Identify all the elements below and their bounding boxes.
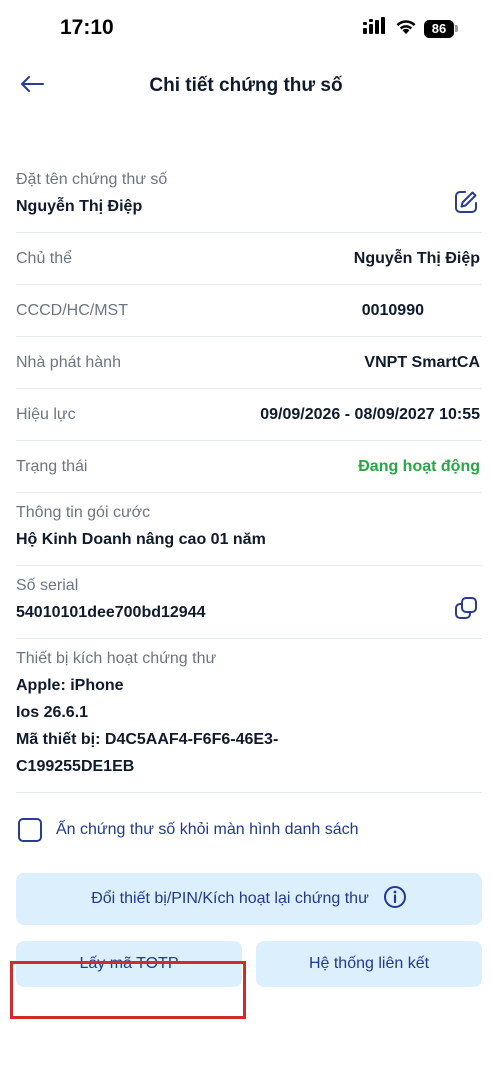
copy-icon bbox=[453, 595, 479, 626]
hide-certificate-checkbox[interactable] bbox=[18, 818, 42, 842]
edit-name-button[interactable] bbox=[452, 190, 480, 218]
battery-icon: 86 bbox=[424, 19, 458, 38]
issuer-value: VNPT SmartCA bbox=[364, 353, 480, 371]
package-value: Hộ Kinh Doanh nâng cao 01 năm bbox=[16, 531, 266, 548]
certificate-name-label: Đặt tên chứng thư số bbox=[16, 171, 168, 188]
battery-level: 86 bbox=[424, 19, 454, 38]
detail-row: Trạng thái Đang hoạt động bbox=[16, 441, 482, 493]
id-number-label: CCCD/HC/MST bbox=[16, 301, 128, 319]
issuer-label: Nhà phát hành bbox=[16, 353, 121, 371]
linked-systems-button[interactable]: Hệ thống liên kết bbox=[256, 941, 482, 987]
nav-bar: Chi tiết chứng thư số bbox=[0, 60, 492, 112]
serial-value: 54010101dee700bd12944 bbox=[16, 604, 206, 621]
serial-label: Số serial bbox=[16, 577, 79, 594]
certificate-name-value: Nguyễn Thị Điệp bbox=[16, 198, 143, 215]
status-badge: Đang hoạt động bbox=[358, 457, 480, 475]
totp-highlight-box bbox=[10, 961, 246, 1019]
detail-row: Hiệu lực 09/09/2026 - 08/09/2027 10:55 bbox=[16, 389, 482, 441]
device-line: Mã thiết bị: D4C5AAF4-F6F6-46E3- bbox=[16, 731, 279, 748]
id-number-value: 0010990 bbox=[361, 301, 424, 319]
status-label: Trạng thái bbox=[16, 457, 88, 475]
signal-icon bbox=[362, 17, 388, 40]
device-row: Thiết bị kích hoạt chứng thư Apple: iPho… bbox=[16, 639, 482, 793]
package-row: Thông tin gói cước Hộ Kinh Doanh nâng ca… bbox=[16, 493, 482, 566]
page-title: Chi tiết chứng thư số bbox=[149, 75, 343, 96]
detail-row: Nhà phát hành VNPT SmartCA bbox=[16, 337, 482, 389]
device-line: Apple: iPhone bbox=[16, 677, 124, 694]
status-icons: 86 bbox=[362, 17, 458, 40]
detail-row: CCCD/HC/MST 0010990 bbox=[16, 285, 482, 337]
certificate-details: Đặt tên chứng thư số Nguyễn Thị Điệp Chủ… bbox=[16, 160, 482, 987]
certificate-name-row: Đặt tên chứng thư số Nguyễn Thị Điệp bbox=[16, 160, 482, 233]
package-label: Thông tin gói cước bbox=[16, 504, 151, 521]
device-line: Ios 26.6.1 bbox=[16, 704, 89, 721]
status-time: 17:10 bbox=[60, 16, 114, 39]
change-device-label: Đổi thiết bị/PIN/Kích hoạt lại chứng thư bbox=[91, 890, 369, 907]
hide-certificate-label: Ẩn chứng thư số khỏi màn hình danh sách bbox=[56, 821, 359, 838]
linked-systems-label: Hệ thống liên kết bbox=[308, 955, 430, 972]
change-device-button[interactable]: Đổi thiết bị/PIN/Kích hoạt lại chứng thư bbox=[16, 873, 482, 925]
copy-serial-button[interactable] bbox=[452, 596, 480, 624]
serial-row: Số serial 54010101dee700bd12944 bbox=[16, 566, 482, 639]
detail-row: Chủ thể Nguyễn Thị Điệp bbox=[16, 233, 482, 285]
validity-value: 09/09/2026 - 08/09/2027 10:55 bbox=[260, 405, 480, 423]
wifi-icon bbox=[395, 18, 417, 40]
device-line: C199255DE1EB bbox=[16, 758, 135, 775]
edit-icon bbox=[453, 189, 479, 220]
subject-value: Nguyễn Thị Điệp bbox=[353, 249, 480, 267]
info-icon bbox=[383, 885, 407, 914]
status-bar: 17:10 86 bbox=[0, 0, 492, 56]
hide-certificate-option[interactable]: Ẩn chứng thư số khỏi màn hình danh sách bbox=[16, 817, 482, 843]
device-label: Thiết bị kích hoạt chứng thư bbox=[16, 650, 217, 667]
validity-label: Hiệu lực bbox=[16, 405, 76, 423]
subject-label: Chủ thể bbox=[16, 249, 73, 267]
